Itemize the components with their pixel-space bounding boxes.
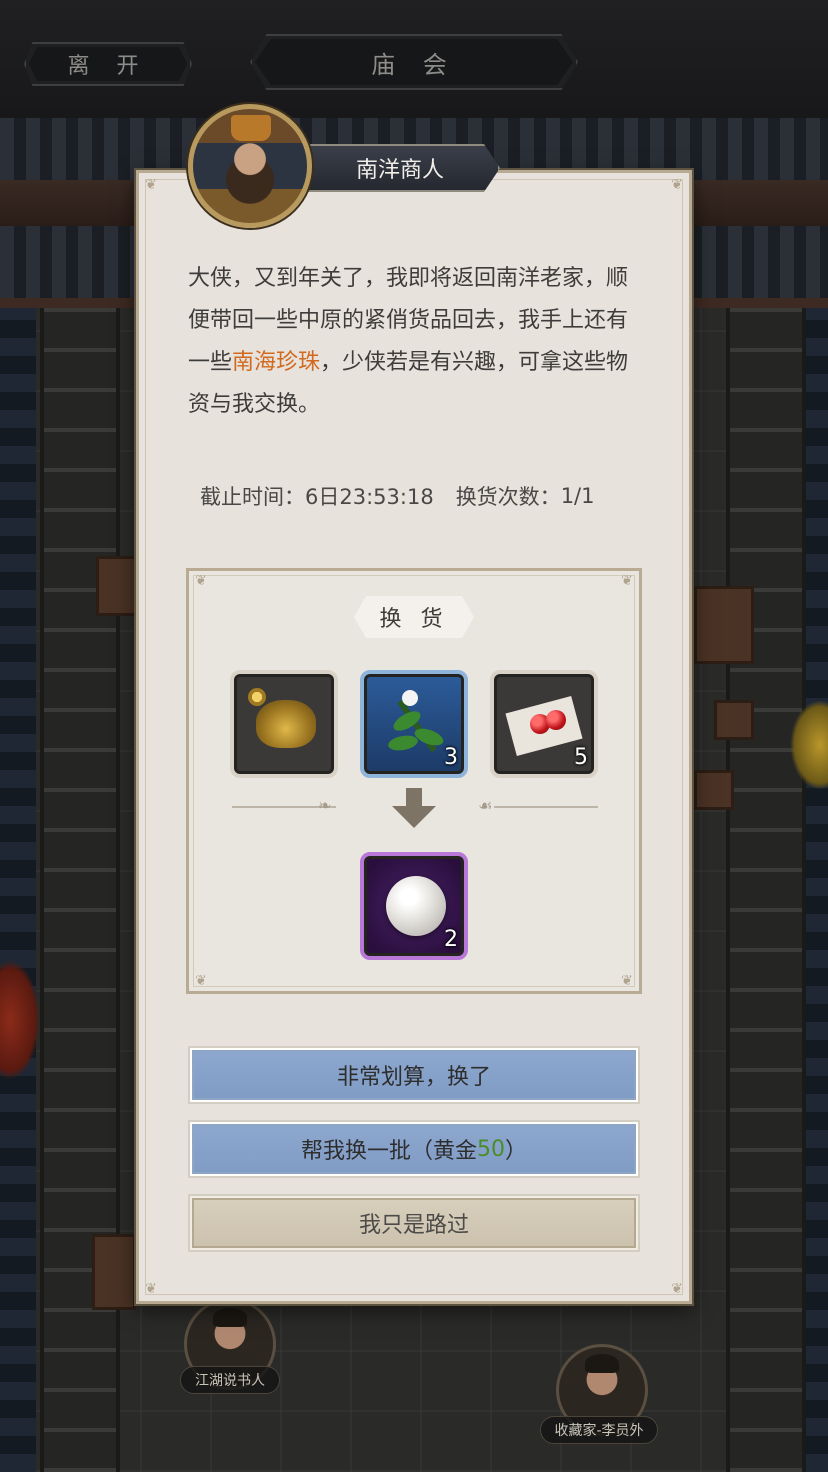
pearl-icon — [386, 876, 446, 936]
deadline-value: 6日23:53:18 — [305, 485, 434, 509]
corner-ornament: ❦ — [195, 573, 207, 589]
red-leaves — [0, 960, 40, 1080]
corner-ornament: ❦ — [621, 573, 633, 589]
deadline-label: 截止时间： — [200, 485, 305, 509]
leave-button[interactable]: 离 开 — [24, 42, 192, 86]
crate — [714, 700, 754, 740]
corner-ornament: ❦ — [145, 1281, 157, 1297]
left-edge-tiles — [0, 308, 36, 1472]
right-wall — [726, 308, 806, 1472]
refresh-gold-cost: 50 — [477, 1136, 505, 1162]
pass-by-button[interactable]: 我只是路过 — [188, 1194, 640, 1252]
npc-storyteller-label[interactable]: 江湖说书人 — [180, 1366, 280, 1394]
trade-output-item-pearl[interactable]: 2 — [360, 852, 468, 960]
leave-label: 离 开 — [67, 54, 149, 79]
crate — [694, 586, 754, 664]
refresh-suffix: ） — [505, 1139, 528, 1164]
trade-count-label: 换货次数： — [455, 485, 561, 509]
exchange-button[interactable]: 非常划算，换了 — [188, 1046, 640, 1104]
merchant-dialog-text: 大侠，又到年关了，我即将返回南洋老家，顺便带回一些中原的紧俏货品回去，我手上还有… — [188, 258, 638, 426]
trade-input-item-herb[interactable]: 3 — [360, 670, 468, 778]
trade-input-item-berries[interactable]: 5 — [490, 670, 598, 778]
corner-ornament: ❦ — [145, 177, 157, 193]
crate — [694, 770, 734, 810]
golden-toad-icon — [256, 700, 316, 748]
npc-collector-label[interactable]: 收藏家-李员外 — [540, 1416, 658, 1444]
divider-ornament: ❧ — [318, 796, 332, 815]
trade-input-item-toad[interactable] — [230, 670, 338, 778]
item-count: 5 — [574, 745, 588, 770]
corner-ornament: ❦ — [621, 973, 633, 989]
corner-ornament: ❦ — [671, 177, 683, 193]
coin-icon — [248, 688, 266, 706]
refresh-prefix: 帮我换一批（黄金 — [300, 1139, 477, 1164]
trade-count-value: 1/1 — [560, 484, 595, 508]
crate — [92, 1234, 136, 1310]
arrow-down-icon — [392, 788, 436, 830]
merchant-name-plate: 南洋商人 — [300, 144, 500, 192]
divider-ornament: ☙ — [478, 796, 493, 815]
dialog-highlight-item: 南海珍珠 — [232, 350, 321, 375]
trade-title: 换 货 — [354, 596, 474, 638]
divider-right — [494, 806, 598, 808]
location-title-text: 庙 会 — [371, 50, 457, 79]
trade-info-row: 截止时间： 6日23:53:18 换货次数： 1/1 — [200, 476, 640, 516]
item-count: 2 — [444, 927, 458, 952]
merchant-portrait — [188, 104, 312, 228]
corner-ornament: ❦ — [195, 973, 207, 989]
refresh-trade-button[interactable]: 帮我换一批（黄金 50） — [188, 1120, 640, 1178]
yellow-leaves — [790, 700, 828, 790]
location-title: 庙 会 — [250, 34, 578, 90]
corner-ornament: ❦ — [671, 1281, 683, 1297]
item-count: 3 — [444, 745, 458, 770]
